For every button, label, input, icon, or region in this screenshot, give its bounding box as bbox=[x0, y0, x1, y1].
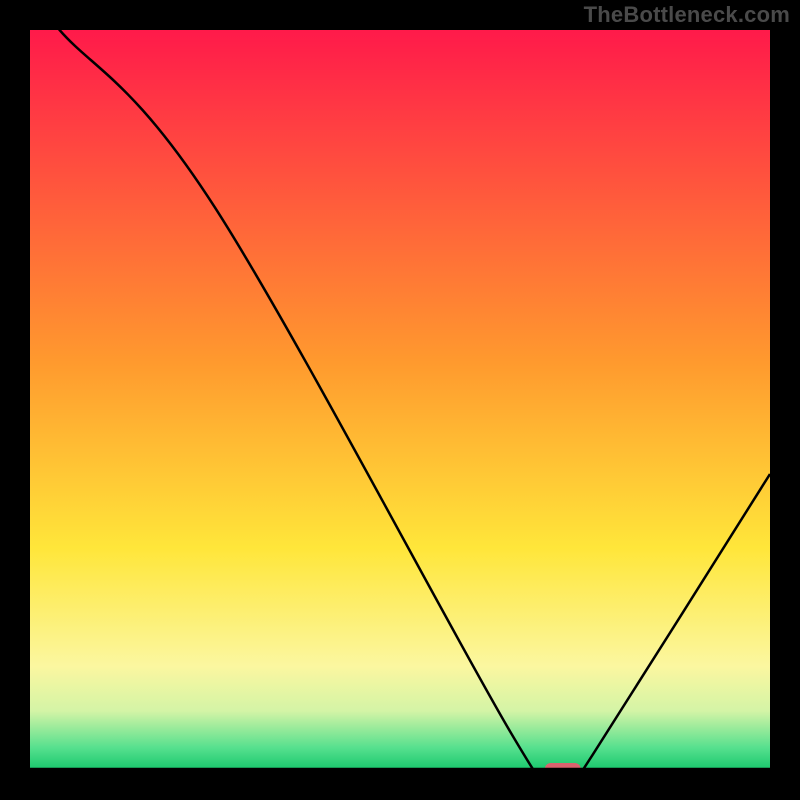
chart-background bbox=[30, 30, 770, 770]
bottleneck-chart bbox=[30, 30, 770, 770]
watermark-text: TheBottleneck.com bbox=[584, 2, 790, 28]
chart-svg bbox=[30, 30, 770, 770]
